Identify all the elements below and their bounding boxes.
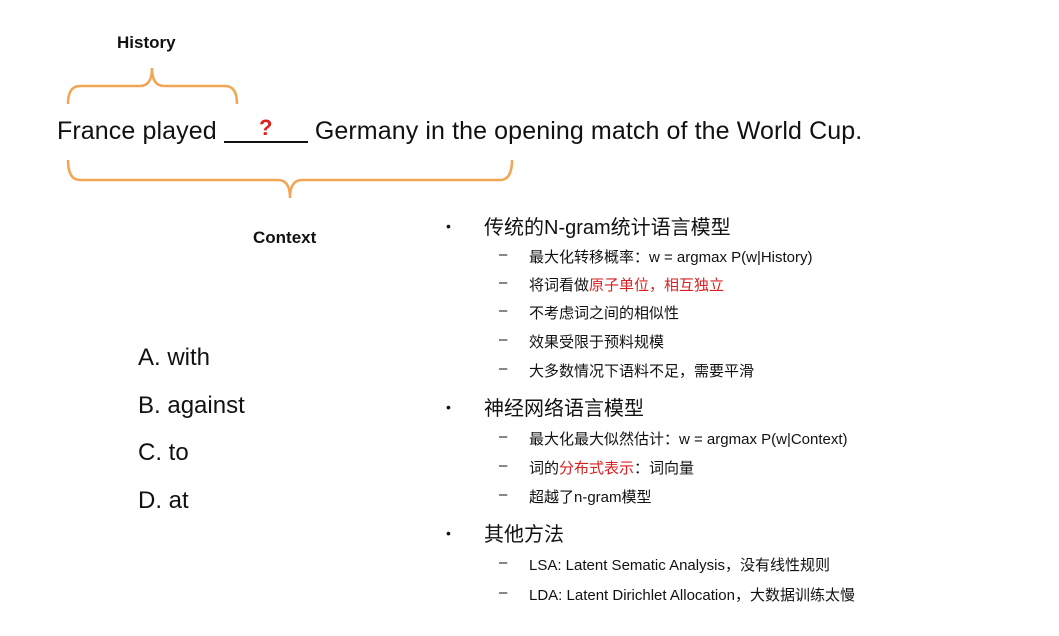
sentence-before: France played bbox=[57, 117, 224, 145]
neural-sub-3: 超越了n-gram模型 bbox=[529, 489, 652, 506]
ngram-sub-2: 将词看做原子单位，相互独立 bbox=[529, 274, 724, 295]
dash-marker: – bbox=[499, 486, 508, 503]
history-label: History bbox=[117, 33, 176, 52]
neural-sub-2-pre: 词的 bbox=[529, 460, 560, 477]
option-a: A. with bbox=[138, 344, 211, 371]
dash-marker: – bbox=[499, 246, 508, 263]
neural-sub-2-post: ：词向量 bbox=[634, 460, 695, 477]
other-sub-2: LDA: Latent Dirichlet Allocation，大数据训练太慢 bbox=[529, 587, 855, 604]
dash-marker: – bbox=[499, 554, 508, 571]
sentence-blank: ? bbox=[223, 115, 308, 146]
ngram-sub-2-pre: 将词看做 bbox=[529, 277, 590, 294]
bullet-neural-title: 神经网络语言模型 bbox=[484, 398, 644, 420]
history-bracket bbox=[66, 67, 239, 105]
dash-marker: – bbox=[499, 331, 508, 348]
bullet-marker: • bbox=[446, 218, 451, 234]
sentence-after: Germany in the opening match of the Worl… bbox=[307, 117, 863, 145]
other-sub-1: LSA: Latent Sematic Analysis，没有线性规则 bbox=[529, 557, 830, 574]
dash-marker: – bbox=[499, 584, 508, 601]
ngram-sub-3: 不考虑词之间的相似性 bbox=[529, 305, 680, 322]
bullet-marker: • bbox=[446, 399, 451, 415]
ngram-sub-4: 效果受限于预料规模 bbox=[529, 334, 665, 351]
context-bracket bbox=[66, 159, 514, 199]
option-b: B. against bbox=[138, 392, 245, 419]
option-c: C. to bbox=[138, 439, 189, 466]
bullet-other-title: 其他方法 bbox=[484, 524, 564, 546]
neural-sub-1: 最大化最大似然估计：w = argmax P(w|Context) bbox=[529, 431, 848, 448]
dash-marker: – bbox=[499, 302, 508, 319]
dash-marker: – bbox=[499, 457, 508, 474]
sentence: France played ? Germany in the opening m… bbox=[57, 115, 863, 146]
neural-sub-2: 词的分布式表示：词向量 bbox=[529, 457, 694, 478]
bullet-ngram-title: 传统的N-gram统计语言模型 bbox=[484, 217, 731, 239]
bullet-marker: • bbox=[446, 525, 451, 541]
dash-marker: – bbox=[499, 360, 508, 377]
ngram-sub-2-highlight: 原子单位，相互独立 bbox=[589, 277, 725, 294]
question-mark: ? bbox=[259, 115, 273, 140]
ngram-sub-1: 最大化转移概率：w = argmax P(w|History) bbox=[529, 249, 813, 266]
ngram-sub-5: 大多数情况下语料不足，需要平滑 bbox=[529, 363, 755, 380]
option-d: D. at bbox=[138, 487, 189, 514]
context-label: Context bbox=[253, 228, 317, 247]
dash-marker: – bbox=[499, 274, 508, 291]
dash-marker: – bbox=[499, 428, 508, 445]
neural-sub-2-highlight: 分布式表示 bbox=[559, 460, 635, 477]
